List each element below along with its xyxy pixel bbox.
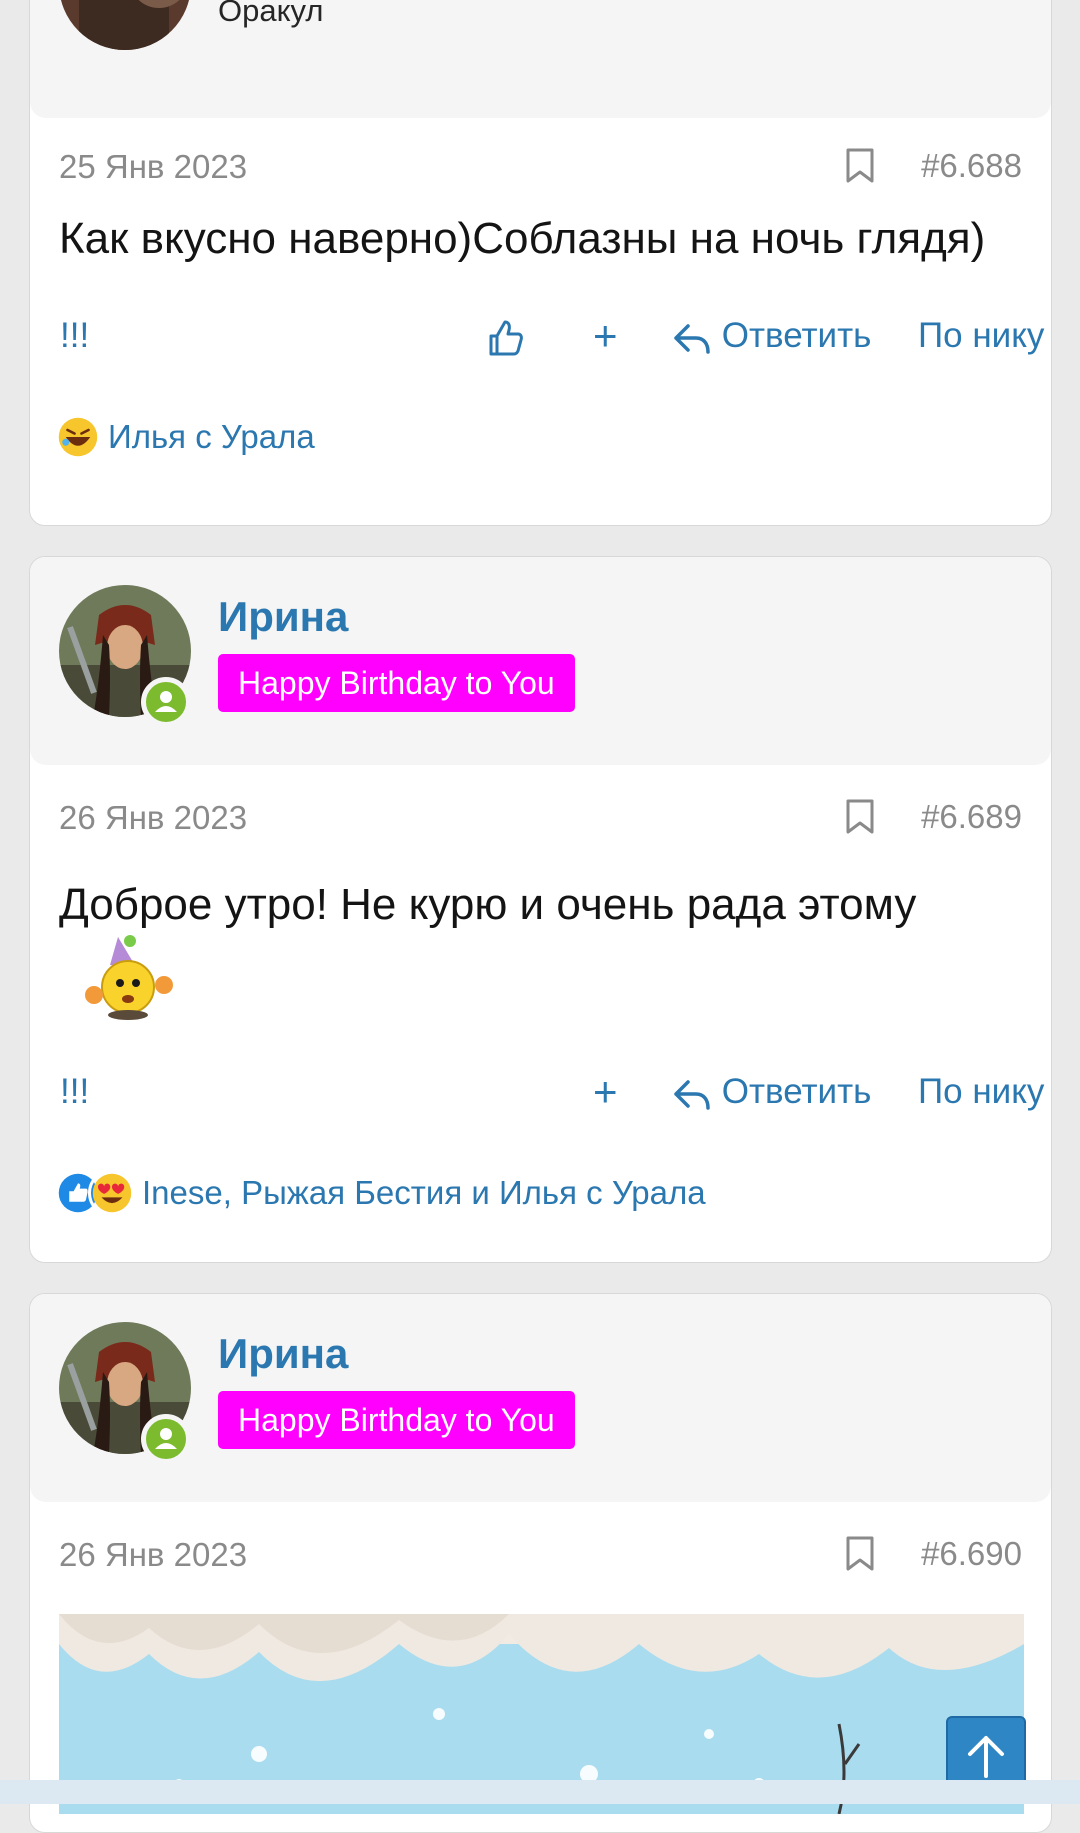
- user-banner: Happy Birthday to You: [218, 654, 575, 712]
- post-number[interactable]: #6.689: [921, 798, 1022, 836]
- post-date[interactable]: 26 Янв 2023: [59, 1536, 247, 1574]
- reactions-bar[interactable]: Inese, Рыжая Бестия и Илья с Урала: [54, 1167, 706, 1219]
- post-header: Ирина Happy Birthday to You: [30, 557, 1051, 765]
- reactions-bar[interactable]: Илья с Урала: [54, 411, 315, 463]
- post-number[interactable]: #6.688: [921, 147, 1022, 185]
- post-message: Как вкусно наверно)Соблазны на ночь гляд…: [59, 214, 986, 263]
- online-user-icon: [141, 1414, 191, 1464]
- like-button[interactable]: [485, 311, 525, 361]
- post-actions: !!! + Ответить По нику: [30, 311, 1051, 361]
- laugh-reaction-icon: [54, 413, 102, 461]
- bookmark-icon[interactable]: [845, 1536, 875, 1572]
- post-date[interactable]: 26 Янв 2023: [59, 799, 247, 837]
- bookmark-icon[interactable]: [845, 799, 875, 835]
- user-banner: Happy Birthday to You: [218, 1391, 575, 1449]
- post-header: Оракул: [30, 0, 1051, 118]
- user-title: Оракул: [218, 0, 324, 28]
- username[interactable]: Ирина: [218, 1330, 348, 1378]
- reactions-users[interactable]: Илья с Урала: [108, 418, 315, 456]
- reply-button[interactable]: Ответить: [672, 1067, 871, 1117]
- post-6689: Ирина Happy Birthday to You 26 Янв 2023 …: [29, 556, 1052, 1263]
- plus-icon: +: [593, 1068, 618, 1115]
- post-6688: Оракул 25 Янв 2023 #6.688 Как вкусно нав…: [29, 0, 1052, 526]
- avatar[interactable]: [59, 0, 191, 50]
- plus-button[interactable]: +: [593, 1067, 618, 1120]
- plus-button[interactable]: +: [593, 311, 618, 364]
- post-date[interactable]: 25 Янв 2023: [59, 148, 247, 186]
- post-number[interactable]: #6.690: [921, 1535, 1022, 1573]
- reply-label: Ответить: [721, 1072, 872, 1111]
- bookmark-icon[interactable]: [845, 148, 875, 184]
- reply-icon: [672, 1072, 722, 1111]
- love-reaction-icon: [88, 1169, 136, 1217]
- post-message: Доброе утро! Не курю и очень рада этому: [59, 880, 917, 929]
- reply-button[interactable]: Ответить: [672, 311, 871, 361]
- by-nick-button[interactable]: По нику: [918, 1067, 1044, 1117]
- by-nick-button[interactable]: По нику: [918, 311, 1044, 361]
- thumbs-up-icon: [485, 316, 525, 356]
- reactions-users[interactable]: Inese, Рыжая Бестия и Илья с Урала: [142, 1174, 706, 1212]
- reply-label: Ответить: [721, 316, 872, 355]
- username[interactable]: Ирина: [218, 593, 348, 641]
- post-header: Ирина Happy Birthday to You: [30, 1294, 1051, 1502]
- report-link[interactable]: !!!: [60, 1067, 89, 1117]
- bottom-bar: [0, 1780, 1080, 1804]
- reply-icon: [672, 316, 722, 355]
- plus-icon: +: [593, 312, 618, 359]
- party-smiley-icon: [82, 935, 174, 1021]
- post-actions: !!! + Ответить По нику: [30, 1067, 1051, 1117]
- post-6690: Ирина Happy Birthday to You 26 Янв 2023 …: [29, 1293, 1052, 1833]
- report-link[interactable]: !!!: [60, 311, 89, 361]
- online-user-icon: [141, 677, 191, 727]
